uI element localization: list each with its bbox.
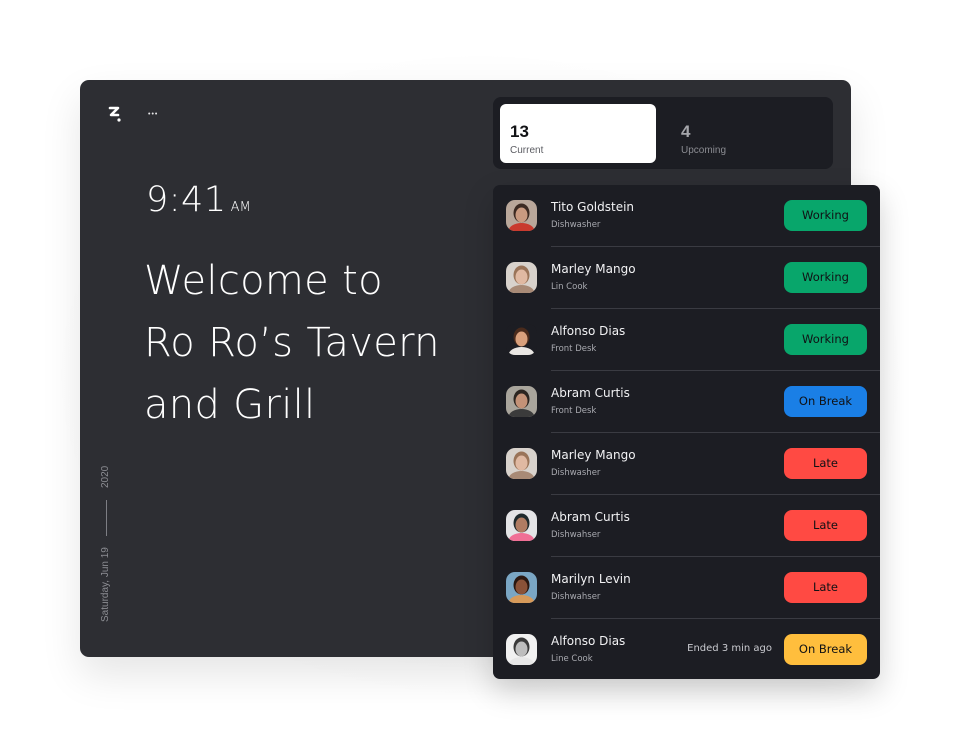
status-badge-button[interactable]: Late: [784, 572, 867, 603]
staff-row[interactable]: Marley Mango Lin Cook Working: [493, 247, 880, 309]
staff-role: Dishwahser: [551, 530, 601, 540]
tab-current[interactable]: 13 Current: [500, 104, 656, 163]
date-display: 2020 Saturday, Jun 19: [92, 460, 120, 630]
clock-ampm: AM: [230, 200, 251, 215]
date-divider: [106, 500, 107, 536]
avatar: [506, 510, 537, 541]
staff-role: Dishwahser: [551, 592, 601, 602]
welcome-line-2: Ro Ro’s Tavern: [144, 320, 440, 366]
tab-current-label: Current: [510, 145, 544, 156]
staff-name: Marley Mango: [551, 262, 636, 276]
staff-row[interactable]: Abram Curtis Front Desk On Break: [493, 371, 880, 433]
status-badge-button[interactable]: On Break: [784, 386, 867, 417]
clock-time: 9:41: [146, 180, 227, 220]
status-badge-button[interactable]: Working: [784, 200, 867, 231]
date-day: Saturday, Jun 19: [100, 547, 111, 622]
date-year: 2020: [100, 465, 111, 488]
status-badge-button[interactable]: Late: [784, 510, 867, 541]
staff-name: Alfonso Dias: [551, 634, 626, 648]
staff-list: Tito Goldstein Dishwasher Working Marley Ma…: [493, 185, 880, 679]
avatar: [506, 200, 537, 231]
staff-name: Abram Curtis: [551, 510, 630, 524]
more-options-button[interactable]: •••: [148, 104, 168, 118]
person-photo-icon: [506, 634, 537, 665]
status-badge-button[interactable]: Working: [784, 324, 867, 355]
clock: 9:41 AM: [146, 180, 251, 220]
person-photo-icon: [506, 324, 537, 355]
staff-name: Marley Mango: [551, 448, 636, 462]
person-photo-icon: [506, 510, 537, 541]
person-photo-icon: [506, 386, 537, 417]
status-badge-button[interactable]: Late: [784, 448, 867, 479]
person-photo-icon: [506, 262, 537, 293]
staff-role: Front Desk: [551, 344, 597, 354]
avatar: [506, 262, 537, 293]
welcome-line-3: and Grill: [144, 382, 316, 428]
welcome-line-1: Welcome to: [144, 258, 383, 304]
staff-row[interactable]: Abram Curtis Dishwahser Late: [493, 495, 880, 557]
staff-name: Marilyn Levin: [551, 572, 631, 586]
avatar: [506, 386, 537, 417]
avatar: [506, 324, 537, 355]
staff-row[interactable]: Marley Mango Dishwasher Late: [493, 433, 880, 495]
tab-upcoming-count: 4: [681, 122, 691, 141]
staff-row[interactable]: Marilyn Levin Dishwahser Late: [493, 557, 880, 619]
person-photo-icon: [506, 572, 537, 603]
staff-row[interactable]: Alfonso Dias Front Desk Working: [493, 309, 880, 371]
tab-upcoming-label: Upcoming: [681, 145, 727, 156]
staff-role: Dishwasher: [551, 220, 601, 230]
avatar: [506, 572, 537, 603]
tab-upcoming[interactable]: 4 Upcoming: [671, 104, 827, 163]
status-badge-button[interactable]: On Break: [784, 634, 867, 665]
avatar: [506, 634, 537, 665]
shift-tabs: 13 Current 4 Upcoming: [493, 97, 833, 169]
person-photo-icon: [506, 448, 537, 479]
person-photo-icon: [506, 200, 537, 231]
staff-row[interactable]: Alfonso Dias Line Cook Ended 3 min ago On B…: [493, 619, 880, 679]
staff-row[interactable]: Tito Goldstein Dishwasher Working: [493, 185, 880, 247]
staff-role: Front Desk: [551, 406, 597, 416]
staff-role: Dishwasher: [551, 468, 601, 478]
staff-name: Abram Curtis: [551, 386, 630, 400]
more-horizontal-icon: •••: [148, 111, 159, 118]
welcome-heading: Welcome to Ro Ro’s Tavern and Grill: [144, 250, 474, 436]
staff-name: Alfonso Dias: [551, 324, 626, 338]
status-badge-button[interactable]: Working: [784, 262, 867, 293]
brand-logo-icon: [108, 105, 122, 123]
staff-role: Line Cook: [551, 654, 593, 664]
staff-name: Tito Goldstein: [551, 200, 635, 214]
avatar: [506, 448, 537, 479]
status-time-note: Ended 3 min ago: [687, 643, 772, 654]
staff-role: Lin Cook: [551, 282, 588, 292]
tab-current-count: 13: [510, 122, 529, 141]
